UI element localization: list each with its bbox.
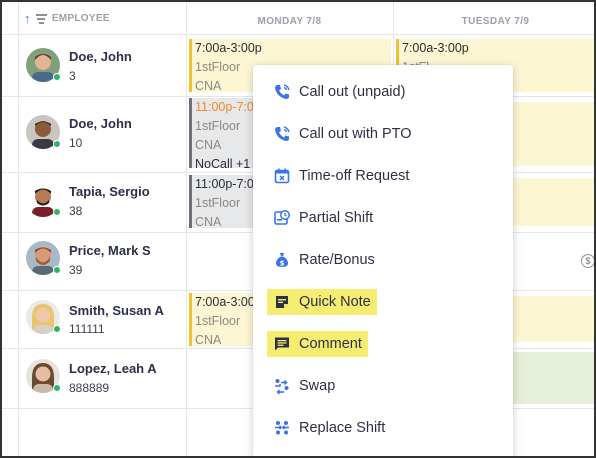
- swap-icon: [273, 377, 291, 395]
- sort-arrow-up-icon[interactable]: ↑: [24, 12, 31, 25]
- menu-item-label: Rate/Bonus: [299, 252, 375, 268]
- menu-item-swap[interactable]: Swap: [267, 373, 341, 399]
- note-icon: [273, 293, 291, 311]
- svg-text:$: $: [280, 259, 285, 267]
- employee-name[interactable]: Smith, Susan A: [69, 303, 164, 318]
- menu-item-quick-note[interactable]: Quick Note: [267, 289, 377, 315]
- grid-line: [2, 34, 594, 35]
- shift-location: 1stFloor: [195, 119, 241, 133]
- employee-name[interactable]: Price, Mark S: [69, 243, 151, 258]
- shift-time: 11:00p-7:0: [195, 100, 254, 114]
- shift-location: 1stFloor: [195, 196, 241, 210]
- shift-time: 7:00a-3:00p: [195, 41, 262, 55]
- day-header-monday[interactable]: MONDAY 7/8: [186, 16, 393, 27]
- employee-id: 10: [69, 136, 83, 150]
- shift-location: 1stFloor: [195, 314, 241, 328]
- employee-id: 111111: [69, 322, 105, 336]
- shift-time: 7:00a-3:00: [195, 295, 255, 309]
- menu-item-label: Comment: [299, 336, 362, 352]
- day-header-tuesday[interactable]: TUESDAY 7/9: [393, 16, 594, 27]
- phone-callout-icon: [273, 83, 291, 101]
- employee-column-header[interactable]: ↑ EMPLOYEE: [24, 12, 110, 25]
- shift-role: CNA: [195, 215, 222, 228]
- partial-clock-icon: [273, 209, 291, 227]
- shift-cell-fill: [513, 296, 594, 342]
- menu-item-partial-shift[interactable]: Partial Shift: [267, 205, 379, 231]
- menu-item-call-out-pto[interactable]: Call out with PTO: [267, 121, 418, 147]
- employee-id: 39: [69, 263, 83, 277]
- shift-cell-fill: [513, 102, 594, 166]
- grid-line: [186, 2, 187, 456]
- menu-item-time-off-request[interactable]: Time-off Request: [267, 163, 415, 189]
- menu-item-label: Quick Note: [299, 294, 371, 310]
- comment-icon: [273, 335, 291, 353]
- online-status-dot: [53, 73, 61, 81]
- shift-card[interactable]: 11:00p-7:0 1stFloor CNA: [189, 175, 255, 228]
- shift-time: 11:00p-7:0: [195, 177, 254, 191]
- menu-item-label: Call out with PTO: [299, 126, 412, 142]
- calendar-x-icon: [273, 167, 291, 185]
- shift-context-menu: Call out (unpaid) Call out with PTO Time…: [253, 65, 513, 456]
- employee-name[interactable]: Lopez, Leah A: [69, 361, 157, 376]
- shift-note: NoCall +1: [195, 157, 251, 168]
- online-status-dot: [53, 384, 61, 392]
- shift-card[interactable]: 11:00p-7:0 1stFloor CNA NoCall +1: [189, 98, 255, 168]
- menu-item-rate-bonus[interactable]: $ Rate/Bonus: [267, 247, 381, 273]
- employee-header-label: EMPLOYEE: [51, 13, 110, 24]
- employee-name[interactable]: Doe, John: [69, 116, 132, 131]
- menu-item-label: Replace Shift: [299, 420, 386, 436]
- employee-id: 3: [69, 69, 76, 83]
- online-status-dot: [53, 325, 61, 333]
- schedule-header: ↑ EMPLOYEE MONDAY 7/8 TUESDAY 7/9: [2, 2, 594, 34]
- menu-item-label: Swap: [299, 378, 336, 394]
- schedule-frame: ↑ EMPLOYEE MONDAY 7/8 TUESDAY 7/9 $ Doe,…: [0, 0, 596, 458]
- shift-role: CNA: [195, 333, 222, 346]
- online-status-dot: [53, 140, 61, 148]
- replace-icon: [273, 419, 291, 437]
- employee-name[interactable]: Tapia, Sergio: [69, 184, 150, 199]
- menu-item-label: Partial Shift: [299, 210, 374, 226]
- menu-item-comment[interactable]: Comment: [267, 331, 368, 357]
- menu-item-label: Call out (unpaid): [299, 84, 406, 100]
- filter-icon[interactable]: [35, 14, 47, 24]
- menu-item-replace-shift[interactable]: Replace Shift: [267, 415, 391, 441]
- menu-item-label: Time-off Request: [299, 168, 410, 184]
- employee-id: 888889: [69, 381, 110, 395]
- money-bag-icon: $: [273, 251, 291, 269]
- shift-card[interactable]: 7:00a-3:00 1stFloor CNA: [189, 293, 255, 346]
- shift-time: 7:00a-3:00p: [402, 41, 469, 55]
- online-status-dot: [53, 266, 61, 274]
- online-status-dot: [53, 208, 61, 216]
- dollar-circle-icon[interactable]: $: [581, 254, 594, 268]
- grid-line: [18, 2, 19, 456]
- shift-role: CNA: [195, 138, 222, 152]
- phone-pto-icon: [273, 125, 291, 143]
- employee-name[interactable]: Doe, John: [69, 49, 132, 64]
- shift-cell-fill: [513, 178, 594, 226]
- shift-cell-fill: [513, 352, 594, 404]
- menu-item-call-out-unpaid[interactable]: Call out (unpaid): [267, 79, 411, 105]
- employee-id: 38: [69, 204, 83, 218]
